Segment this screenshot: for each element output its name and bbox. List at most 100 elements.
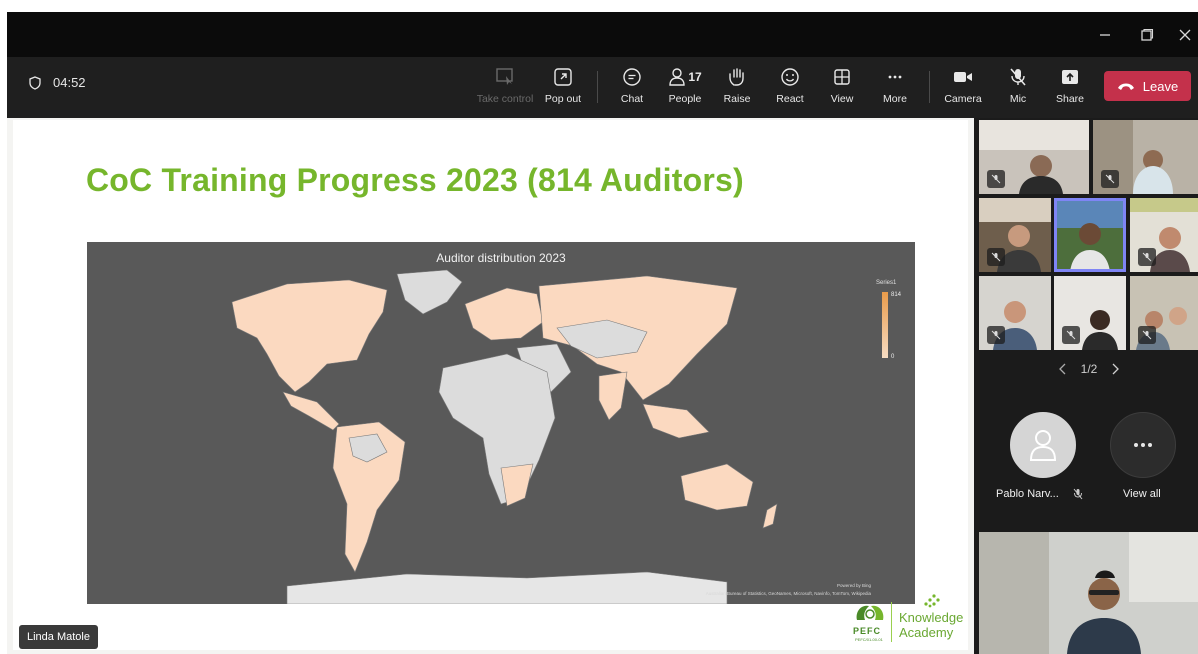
- legend-max-value: 814: [891, 292, 902, 298]
- india-shape: [598, 371, 628, 421]
- react-button[interactable]: React: [773, 65, 807, 111]
- mic-muted-icon: [1073, 488, 1083, 500]
- camera-button[interactable]: Camera: [942, 65, 984, 111]
- more-button[interactable]: More: [879, 65, 911, 111]
- raise-hand-button[interactable]: Raise: [721, 65, 753, 111]
- mic-label: Mic: [1009, 93, 1027, 105]
- participant-video-tile[interactable]: [1093, 120, 1198, 194]
- greenland-shape: [396, 269, 463, 315]
- mic-muted-icon: [1062, 326, 1080, 344]
- view-label: View: [830, 93, 854, 105]
- people-count: 17: [688, 70, 702, 84]
- take-control-icon: [496, 68, 513, 85]
- meeting-toolbar: 04:52 Take control Pop out Chat 17 Peopl…: [7, 57, 1198, 118]
- antarctica-shape: [286, 571, 728, 604]
- close-icon[interactable]: [1165, 12, 1198, 57]
- participant-video-tile[interactable]: [1130, 276, 1198, 350]
- more-icon: [1134, 443, 1152, 447]
- toolbar-divider: [597, 71, 598, 103]
- africa-shape: [438, 353, 556, 505]
- meeting-timer: 04:52: [29, 75, 86, 90]
- europe-shape: [464, 287, 544, 341]
- smiley-icon: [781, 68, 799, 86]
- participant-avatar[interactable]: [1010, 412, 1076, 478]
- powered-by-text: Powered by Bing: [836, 583, 871, 588]
- raise-label: Raise: [723, 93, 751, 105]
- take-control-label: Take control: [476, 93, 534, 105]
- people-icon: [669, 68, 686, 86]
- participant-video-tile[interactable]: [979, 276, 1051, 350]
- chevron-left-icon[interactable]: [1059, 363, 1067, 375]
- camera-icon: [954, 72, 972, 82]
- participant-video-tile[interactable]: [1054, 276, 1126, 350]
- participant-video-tile[interactable]: [979, 198, 1051, 272]
- north-america-shape: [231, 279, 388, 393]
- chat-button[interactable]: Chat: [615, 65, 649, 111]
- pefc-logo-subtext: PEFC/01-00-01: [855, 637, 883, 642]
- slide-logos: PEFC PEFC/01-00-01 Knowledge Academy: [851, 590, 966, 645]
- minimize-icon[interactable]: [1085, 12, 1125, 57]
- phone-hangup-icon: [1117, 83, 1134, 90]
- participant-name-row: Pablo Narv...: [996, 488, 1083, 500]
- share-label: Share: [1055, 93, 1085, 105]
- world-map-graphic: [231, 269, 778, 604]
- world-map-chart: Auditor distribution 2023 Series1 814 0 …: [87, 242, 915, 604]
- self-video: [979, 532, 1198, 654]
- participant-video-tile[interactable]: [1130, 198, 1198, 272]
- legend-series-label: Series1: [876, 280, 897, 286]
- hand-icon: [729, 68, 744, 86]
- pop-out-button[interactable]: Pop out: [540, 65, 586, 111]
- shared-screen: CoC Training Progress 2023 (814 Auditors…: [7, 118, 974, 654]
- chat-icon: [623, 68, 641, 86]
- gallery-page-indicator: 1/2: [1080, 362, 1098, 376]
- participant-video-tile[interactable]: [979, 120, 1089, 194]
- window-frame: [0, 0, 1198, 12]
- person-icon: [1029, 430, 1057, 461]
- pefc-logo-text: PEFC: [853, 626, 882, 636]
- view-all-label: View all: [1123, 488, 1161, 500]
- australia-shape: [680, 463, 754, 511]
- self-view-video[interactable]: [979, 532, 1198, 654]
- chevron-right-icon[interactable]: [1111, 363, 1119, 375]
- legend-color-scale: [882, 292, 888, 358]
- mic-muted-icon: [1101, 170, 1119, 188]
- participant-name: Pablo Narv...: [996, 488, 1059, 500]
- shield-icon: [29, 75, 41, 90]
- people-button[interactable]: 17 People: [663, 65, 707, 111]
- presentation-slide: CoC Training Progress 2023 (814 Auditors…: [13, 120, 968, 650]
- chat-label: Chat: [620, 93, 644, 105]
- gallery-pager: 1/2: [1059, 362, 1119, 376]
- pefc-logo-icon: [856, 605, 884, 620]
- slide-title: CoC Training Progress 2023 (814 Auditors…: [86, 162, 744, 198]
- mic-muted-icon: [987, 326, 1005, 344]
- view-all-button[interactable]: [1110, 412, 1176, 478]
- title-bar: [7, 12, 1198, 57]
- view-button[interactable]: View: [827, 65, 857, 111]
- restore-icon[interactable]: [1127, 12, 1167, 57]
- knowledge-academy-logo-line1: Knowledge: [899, 610, 964, 625]
- southern-africa-shape: [500, 463, 534, 507]
- participant-video: [1054, 198, 1126, 272]
- participant-gallery: 1/2 Pablo Narv... View all: [974, 118, 1198, 654]
- knowledge-academy-logo-line2: Academy: [899, 625, 954, 640]
- legend-min-value: 0: [891, 354, 895, 360]
- logo-divider: [891, 602, 892, 642]
- share-button[interactable]: Share: [1054, 65, 1086, 111]
- map-credits-text: Australian Bureau of Statistics, GeoName…: [705, 591, 871, 596]
- view-layout-icon: [834, 69, 850, 85]
- central-america-shape: [282, 391, 340, 431]
- react-label: React: [776, 93, 804, 105]
- pop-out-label: Pop out: [544, 93, 582, 105]
- mic-button[interactable]: Mic: [1004, 65, 1032, 111]
- knowledge-academy-dots-icon: [924, 594, 940, 608]
- participant-video-tile-active-speaker[interactable]: [1054, 198, 1126, 272]
- more-label: More: [883, 93, 907, 105]
- mic-muted-icon: [1138, 248, 1156, 266]
- timer-text: 04:52: [53, 75, 86, 90]
- pop-out-icon: [554, 68, 572, 86]
- leave-button[interactable]: Leave: [1104, 71, 1191, 101]
- new-zealand-shape: [762, 503, 778, 529]
- share-icon: [1062, 70, 1078, 84]
- take-control-button[interactable]: Take control: [477, 65, 533, 111]
- more-icon: [888, 75, 902, 79]
